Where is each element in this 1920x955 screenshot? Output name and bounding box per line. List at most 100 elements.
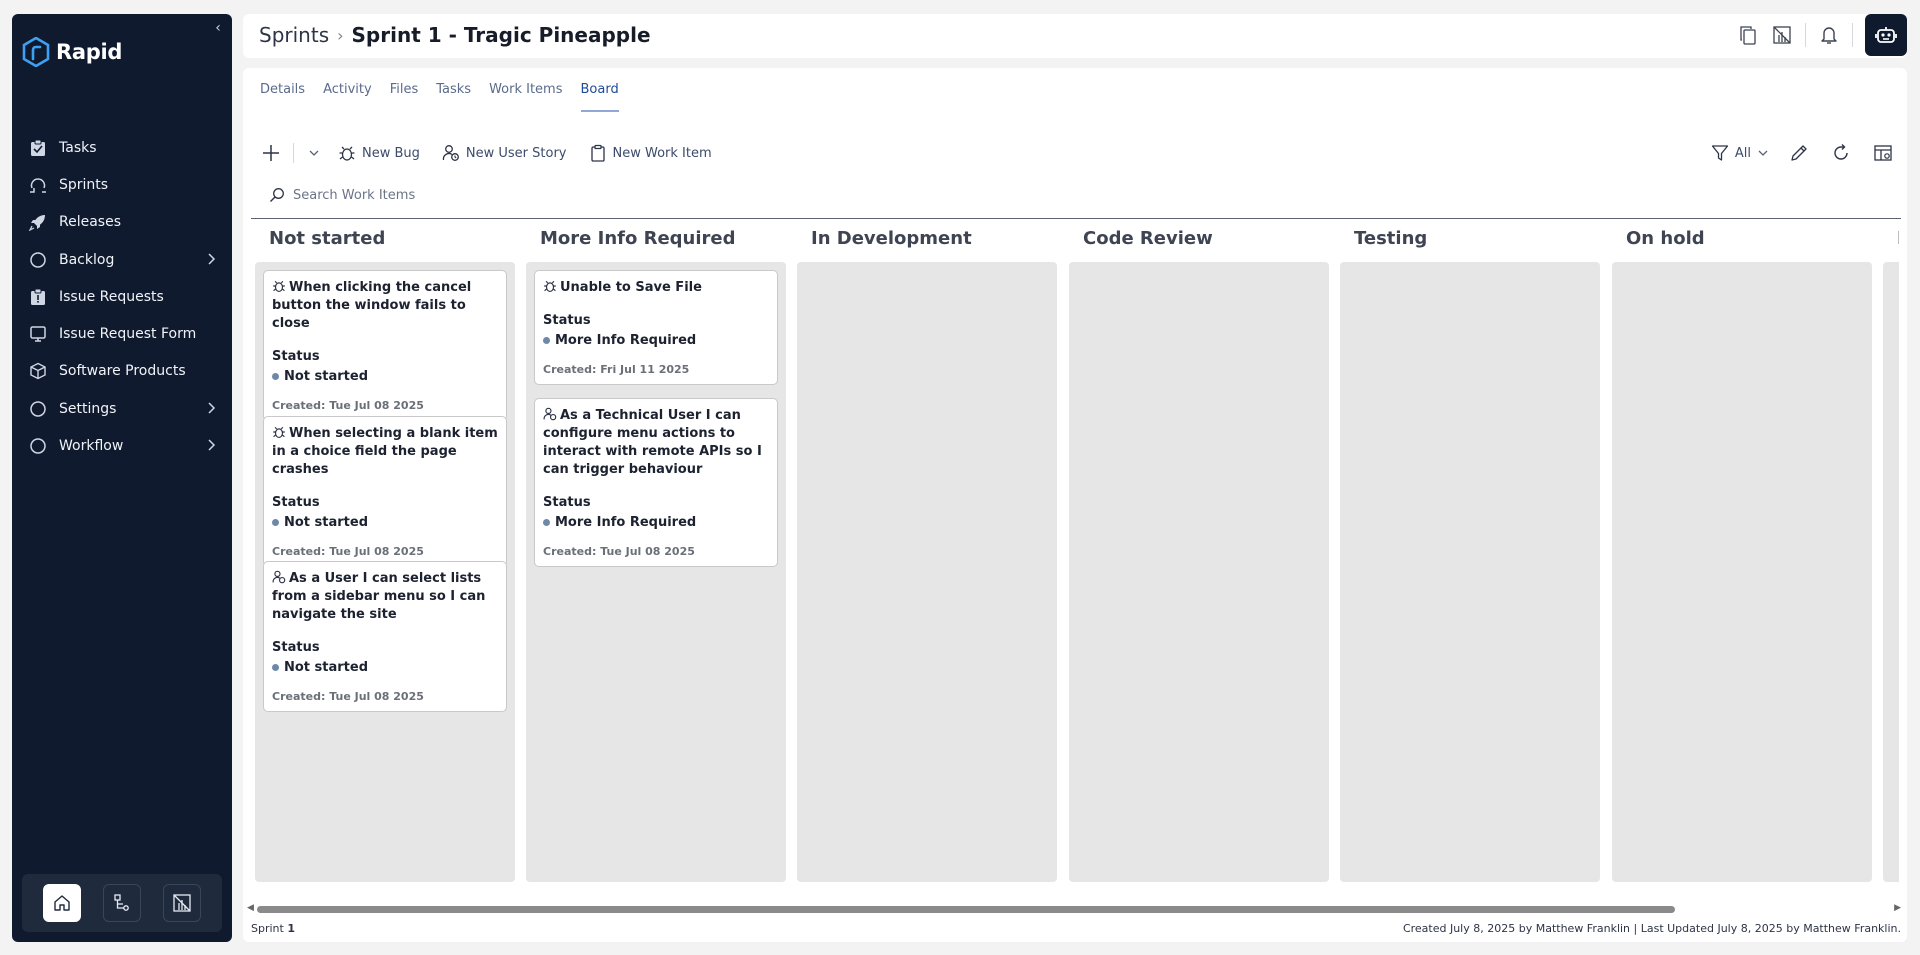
column-dropzone[interactable] [797, 262, 1057, 882]
sidebar-item-label: Releases [59, 214, 121, 231]
status-dot [272, 664, 279, 671]
bug-icon [544, 280, 556, 293]
tab-details[interactable]: Details [251, 82, 314, 112]
new-user-story-button[interactable]: New User Story [442, 144, 567, 162]
created-date: Created: Fri Jul 11 2025 [543, 363, 690, 376]
bell-icon [1821, 27, 1837, 44]
column-dropzone[interactable] [1340, 262, 1600, 882]
status-dot [272, 519, 279, 526]
status-label: Status [272, 640, 320, 655]
tab-activity[interactable]: Activity [314, 82, 381, 112]
plus-icon [263, 145, 279, 161]
column-dropzone[interactable] [1612, 262, 1872, 882]
page-header: Sprints › Sprint 1 - Tragic Pineapple MF [243, 14, 1907, 58]
filter-dropdown[interactable]: All [1711, 144, 1769, 162]
work-item-card[interactable]: When selecting a blank item in a choice … [263, 416, 507, 567]
sidebar-nav: Tasks Sprints Releases Backlog Issue Req… [12, 129, 232, 465]
sidebar-item-label: Tasks [59, 139, 97, 156]
column-title: On hold [1626, 228, 1705, 249]
sidebar-item-releases[interactable]: Releases [12, 204, 232, 241]
reports-button[interactable] [163, 884, 201, 922]
sidebar-item-issue-request-form[interactable]: Issue Request Form [12, 315, 232, 352]
status-value-row: Not started [272, 369, 498, 384]
status-label: Status [272, 349, 320, 364]
add-button[interactable] [259, 141, 283, 165]
tab-board[interactable]: Board [572, 82, 628, 112]
column-dropzone[interactable]: Unable to Save File Status More Info Req… [526, 262, 786, 882]
assistant-bot-button[interactable] [1865, 14, 1907, 56]
scroll-left-arrow-icon[interactable]: ◀ [247, 903, 254, 913]
sidebar-item-issue-requests[interactable]: Issue Requests [12, 278, 232, 315]
work-item-card[interactable]: When clicking the cancel button the wind… [263, 270, 507, 421]
toolbar: New Bug New User Story New Work Item All [259, 136, 1895, 170]
status-value: More Info Required [555, 333, 697, 348]
card-title-row: As a User I can select lists from a side… [272, 570, 498, 624]
sidebar-bottom-bar [22, 874, 222, 932]
work-item-card[interactable]: Unable to Save File Status More Info Req… [534, 270, 778, 385]
sidebar-item-label: Workflow [59, 438, 124, 455]
sidebar-item-sprints[interactable]: Sprints [12, 166, 232, 203]
new-work-item-button[interactable]: New Work Item [589, 144, 712, 162]
collapse-sidebar-button[interactable]: ‹ [210, 18, 226, 38]
board-column: On hold [1608, 218, 1872, 888]
created-date: Created: Tue Jul 08 2025 [272, 690, 424, 703]
search-input[interactable] [293, 187, 813, 203]
chevron-down-icon [1758, 150, 1768, 156]
tab-tasks[interactable]: Tasks [427, 82, 480, 112]
table-settings-icon [1874, 145, 1892, 161]
sidebar-item-tasks[interactable]: Tasks [12, 129, 232, 166]
workflow-diagram-button[interactable] [103, 884, 141, 922]
filter-icon [1711, 145, 1729, 161]
add-dropdown-button[interactable] [304, 143, 324, 163]
sidebar-item-software-products[interactable]: Software Products [12, 353, 232, 390]
page-title: Sprint 1 - Tragic Pineapple [351, 23, 651, 47]
sidebar-item-label: Software Products [59, 363, 186, 380]
pencil-icon [1791, 145, 1807, 161]
status-value-row: Not started [272, 515, 498, 530]
column-dropzone[interactable] [1069, 262, 1329, 882]
work-item-card[interactable]: As a Technical User I can configure menu… [534, 398, 778, 567]
copy-document-icon [1740, 26, 1756, 45]
column-title: D [1897, 228, 1899, 249]
column-dropzone[interactable] [1883, 262, 1899, 882]
column-title: Testing [1354, 228, 1428, 249]
robot-icon [1875, 27, 1897, 43]
clipboard-icon [590, 144, 605, 162]
app-logo[interactable]: Rapid [22, 36, 122, 68]
horizontal-scrollbar[interactable]: ◀ ▶ [247, 901, 1901, 915]
edit-button[interactable] [1787, 141, 1811, 165]
header-divider [1852, 23, 1853, 47]
card-title: When clicking the cancel button the wind… [272, 280, 472, 331]
column-dropzone[interactable]: When clicking the cancel button the wind… [255, 262, 515, 882]
status-dot [543, 519, 550, 526]
tab-work-items[interactable]: Work Items [480, 82, 571, 112]
card-title-row: Unable to Save File [543, 279, 769, 297]
scroll-right-arrow-icon[interactable]: ▶ [1894, 903, 1901, 913]
home-button[interactable] [43, 884, 81, 922]
board-settings-button[interactable] [1871, 141, 1895, 165]
card-title: As a User I can select lists from a side… [272, 571, 486, 622]
board-column: In Development [793, 218, 1057, 888]
circle-icon [29, 251, 47, 269]
board-column: Code Review [1065, 218, 1329, 888]
chevron-down-icon [309, 150, 319, 156]
sidebar-item-label: Backlog [59, 251, 115, 268]
work-item-card[interactable]: As a User I can select lists from a side… [263, 561, 507, 712]
sidebar-item-backlog[interactable]: Backlog [12, 241, 232, 278]
card-title-row: When selecting a blank item in a choice … [272, 425, 498, 479]
refresh-button[interactable] [1829, 141, 1853, 165]
report-button[interactable] [1771, 24, 1793, 46]
column-title: Not started [269, 228, 386, 249]
sidebar-item-settings[interactable]: Settings [12, 390, 232, 427]
scrollbar-thumb[interactable] [257, 906, 1675, 913]
new-bug-button[interactable]: New Bug [338, 144, 420, 162]
notifications-button[interactable] [1818, 24, 1840, 46]
breadcrumb-sprints[interactable]: Sprints [259, 23, 329, 47]
sidebar-item-workflow[interactable]: Workflow [12, 427, 232, 464]
copy-document-button[interactable] [1737, 24, 1759, 46]
footer-sprint: Sprint 1 [251, 922, 295, 935]
tab-bar: Details Activity Files Tasks Work Items … [251, 82, 628, 112]
user-story-icon [543, 407, 557, 421]
sidebar-item-label: Settings [59, 400, 117, 417]
tab-files[interactable]: Files [381, 82, 428, 112]
